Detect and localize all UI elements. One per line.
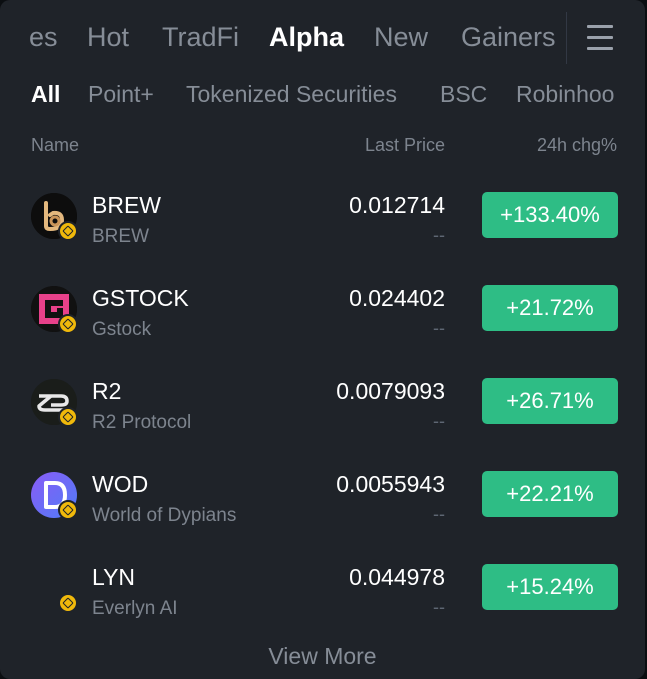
tab-tradfi[interactable]: TradFi	[162, 20, 239, 54]
bnb-chain-badge-icon	[58, 500, 78, 520]
column-header-last-price[interactable]: Last Price	[365, 134, 445, 156]
market-row[interactable]: BREW BREW 0.012714 -- +133.40%	[0, 179, 645, 272]
token-symbol: GSTOCK	[92, 285, 189, 311]
token-symbol: LYN	[92, 564, 136, 590]
bnb-chain-badge-icon	[58, 407, 78, 427]
token-symbol: WOD	[92, 471, 149, 497]
subtab-point-plus[interactable]: Point+	[88, 79, 154, 109]
price-fiat: --	[433, 411, 445, 431]
price-fiat: --	[433, 504, 445, 524]
market-row[interactable]: WOD World of Dypians 0.0055943 -- +22.21…	[0, 458, 645, 551]
column-header-name[interactable]: Name	[31, 134, 79, 156]
bnb-chain-badge-icon	[58, 221, 78, 241]
top-tabs: es Hot TradFi Alpha New Gainers	[0, 0, 645, 76]
last-price: 0.024402	[349, 285, 445, 311]
token-name: World of Dypians	[92, 505, 237, 526]
token-name: Gstock	[92, 319, 152, 340]
menu-button[interactable]	[566, 12, 645, 64]
tab-favorites[interactable]: es	[29, 20, 58, 54]
subtab-all[interactable]: All	[31, 79, 60, 109]
bnb-chain-badge-icon	[58, 314, 78, 334]
last-price: 0.012714	[349, 192, 445, 218]
market-panel: es Hot TradFi Alpha New Gainers All Poin…	[0, 0, 645, 679]
token-symbol: R2	[92, 378, 122, 404]
tab-alpha[interactable]: Alpha	[269, 20, 344, 54]
change-badge[interactable]: +133.40%	[482, 192, 618, 238]
column-header-change[interactable]: 24h chg%	[537, 134, 617, 156]
subtab-bsc[interactable]: BSC	[440, 79, 487, 109]
token-name: R2 Protocol	[92, 412, 192, 433]
price-fiat: --	[433, 597, 445, 617]
last-price: 0.0079093	[336, 378, 445, 404]
change-badge[interactable]: +15.24%	[482, 564, 618, 610]
price-fiat: --	[433, 225, 445, 245]
token-symbol: BREW	[92, 192, 161, 218]
bnb-chain-badge-icon	[58, 593, 78, 613]
change-badge[interactable]: +22.21%	[482, 471, 618, 517]
last-price: 0.0055943	[336, 471, 445, 497]
market-row[interactable]: R2 R2 Protocol 0.0079093 -- +26.71%	[0, 365, 645, 458]
view-more-link[interactable]: View More	[0, 641, 645, 671]
price-fiat: --	[433, 318, 445, 338]
subtab-tokenized-securities[interactable]: Tokenized Securities	[186, 79, 397, 109]
tab-hot[interactable]: Hot	[87, 20, 129, 54]
tab-gainers[interactable]: Gainers	[461, 20, 556, 54]
tab-new[interactable]: New	[374, 20, 428, 54]
last-price: 0.044978	[349, 564, 445, 590]
token-name: BREW	[92, 226, 149, 247]
subtab-robinhood[interactable]: Robinhoo	[516, 79, 614, 109]
change-badge[interactable]: +26.71%	[482, 378, 618, 424]
token-name: Everlyn AI	[92, 598, 178, 619]
market-row[interactable]: GSTOCK Gstock 0.024402 -- +21.72%	[0, 272, 645, 365]
change-badge[interactable]: +21.72%	[482, 285, 618, 331]
market-row[interactable]: LYN Everlyn AI 0.044978 -- +15.24%	[0, 551, 645, 644]
